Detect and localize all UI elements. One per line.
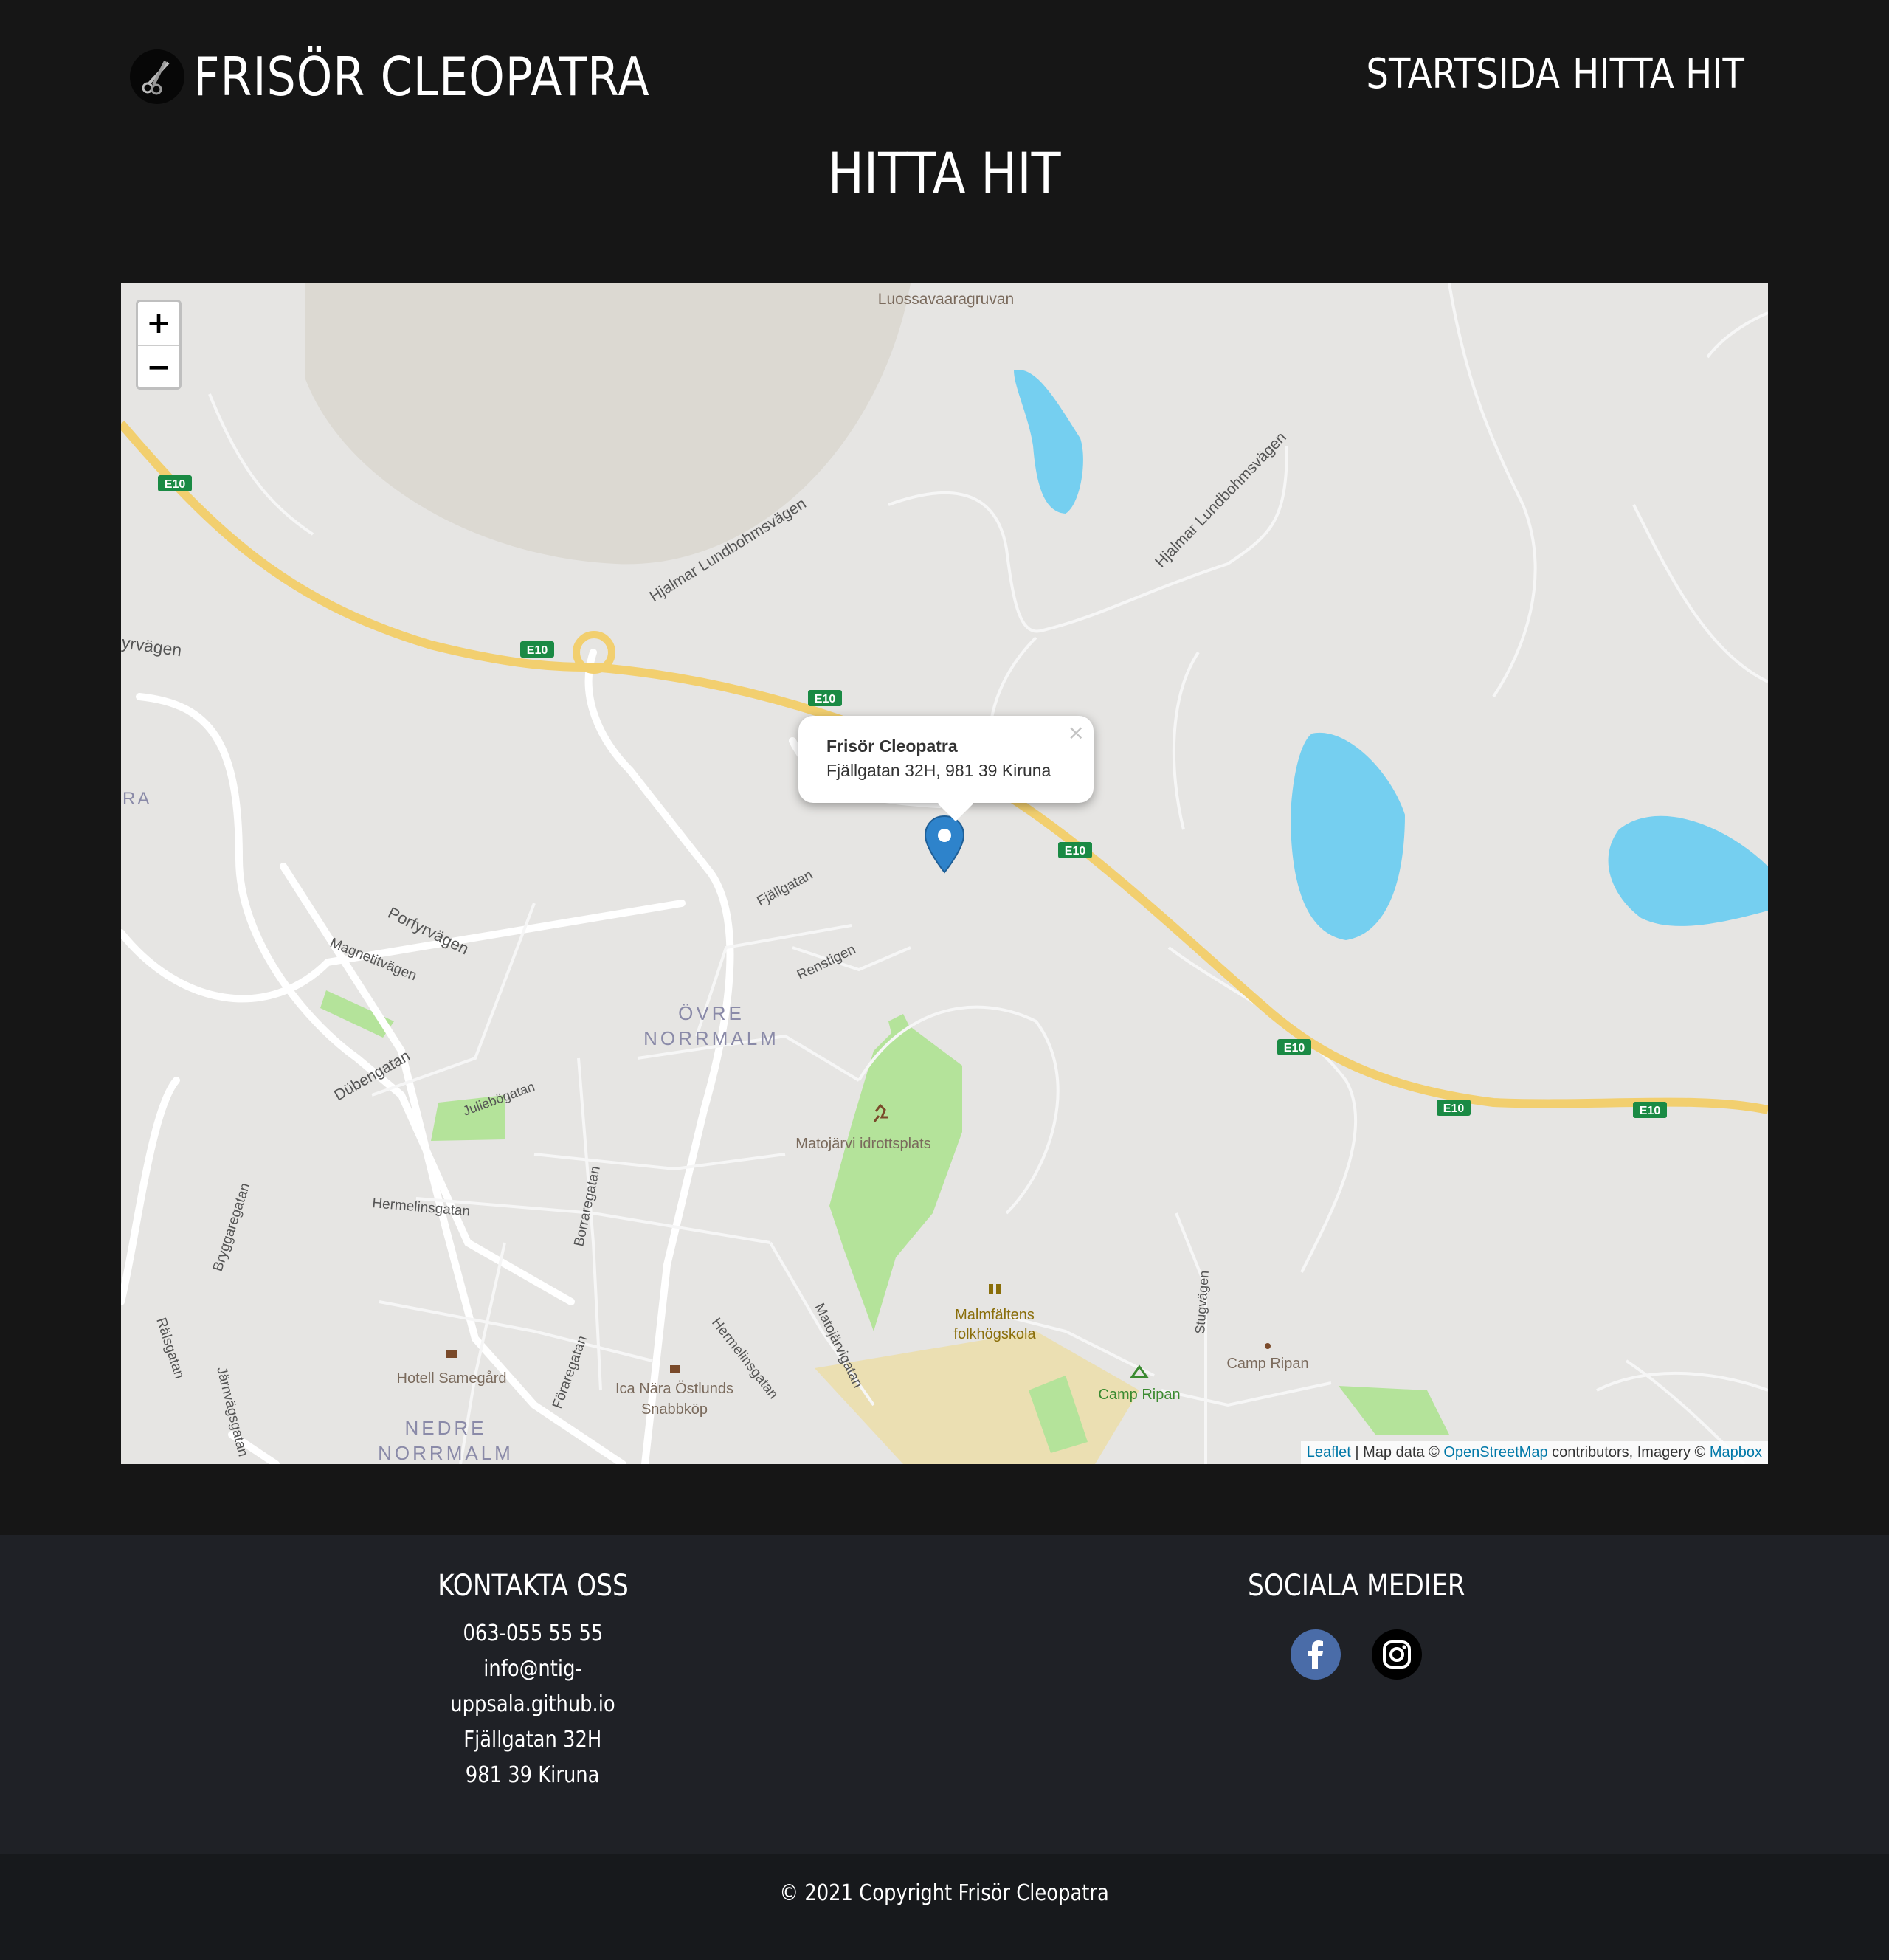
nav-hitta-hit[interactable]: HITTA HIT	[1572, 50, 1744, 98]
copyright-bar: © 2021 Copyright Frisör Cleopatra	[0, 1854, 1889, 1960]
school-icon	[989, 1284, 993, 1294]
nav-startsida[interactable]: STARTSIDA	[1367, 50, 1561, 98]
site-footer: KONTAKTA OSS 063-055 55 55 info@ntig-upp…	[0, 1535, 1889, 1854]
contact-street: Fjällgatan 32H	[463, 1727, 602, 1753]
attribution-leaflet-link[interactable]: Leaflet	[1307, 1444, 1351, 1460]
facebook-icon[interactable]	[1291, 1629, 1341, 1680]
popup-address: Fjällgatan 32H, 981 39 Kiruna	[826, 761, 1051, 780]
label-malmfaltens: Malmfältens	[955, 1307, 1035, 1323]
map-marker-icon[interactable]	[924, 815, 965, 877]
attribution-text: contributors, Imagery ©	[1547, 1444, 1710, 1460]
e10-shield-label: E10	[815, 693, 836, 705]
popup-title: Frisör Cleopatra	[826, 736, 958, 756]
e10-shield-label: E10	[1640, 1105, 1661, 1117]
map-popup: × Frisör Cleopatra Fjällgatan 32H, 981 3…	[798, 716, 1094, 822]
label-ica-nara: Ica Nära Östlunds	[615, 1381, 733, 1397]
e10-shield-label: E10	[1443, 1102, 1465, 1115]
map-attribution: Leaflet | Map data © OpenStreetMap contr…	[1300, 1441, 1768, 1464]
brand-name: FRISÖR CLEOPATRA	[193, 46, 650, 108]
contact-phone[interactable]: 063-055 55 55	[463, 1616, 603, 1652]
poi-dot	[1265, 1343, 1271, 1349]
contact-email[interactable]: info@ntig-uppsala.github.io	[406, 1652, 660, 1722]
label-ovre: ÖVRE	[678, 1002, 745, 1024]
e10-shield-label: E10	[1065, 845, 1086, 858]
page-title: HITTA HIT	[0, 140, 1889, 206]
e10-shield-label: E10	[1284, 1042, 1305, 1055]
label-ra: RA	[122, 789, 151, 809]
scissors-logo-icon	[130, 49, 184, 104]
main-nav: STARTSIDA HITTA HIT	[1367, 50, 1744, 98]
label-camp-ripan-green: Camp Ripan	[1098, 1387, 1180, 1403]
label-hotell-samegard: Hotell Samegård	[397, 1370, 507, 1387]
shop-icon	[670, 1365, 680, 1373]
label-nedre: NEDRE	[404, 1417, 486, 1439]
zoom-control: + −	[136, 300, 182, 390]
e10-shield-label: E10	[165, 478, 186, 491]
hotel-icon	[446, 1350, 457, 1358]
contact-city: 981 39 Kiruna	[466, 1762, 600, 1788]
attribution-osm-link[interactable]: OpenStreetMap	[1443, 1444, 1547, 1460]
social-heading: SOCIALA MEDIER	[1247, 1569, 1465, 1603]
label-snabbkop: Snabbköp	[641, 1401, 708, 1418]
e10-shield-label: E10	[527, 644, 548, 657]
map[interactable]: E10 E10 E10 E10 E10 E10 E10 Luossavaarag…	[121, 283, 1768, 1464]
copyright-text: © 2021 Copyright Frisör Cleopatra	[779, 1880, 1110, 1906]
attribution-mapbox-link[interactable]: Mapbox	[1710, 1444, 1762, 1460]
label-folkhogskola: folkhögskola	[953, 1326, 1036, 1342]
zoom-in-button[interactable]: +	[138, 302, 179, 346]
label-ovre-norrmalm: NORRMALM	[643, 1027, 779, 1049]
contact-column: KONTAKTA OSS 063-055 55 55 info@ntig-upp…	[385, 1569, 680, 1793]
site-header: FRISÖR CLEOPATRA STARTSIDA HITTA HIT	[0, 0, 1889, 148]
label-matojarvi-idrottsplats: Matojärvi idrottsplats	[795, 1136, 930, 1152]
label-nedre-norrmalm: NORRMALM	[378, 1442, 514, 1464]
label-luossavaaragruvan: Luossavaaragruvan	[878, 291, 1014, 308]
instagram-icon[interactable]	[1372, 1629, 1422, 1680]
popup-close-icon[interactable]: ×	[1068, 720, 1085, 745]
zoom-out-button[interactable]: −	[138, 346, 179, 389]
brand-link[interactable]: FRISÖR CLEOPATRA	[130, 46, 724, 108]
social-column: SOCIALA MEDIER	[1209, 1569, 1504, 1680]
attribution-text: | Map data ©	[1350, 1444, 1444, 1460]
page-title-text: HITTA HIT	[828, 140, 1061, 206]
contact-heading: KONTAKTA OSS	[437, 1569, 629, 1603]
label-camp-ripan: Camp Ripan	[1226, 1356, 1308, 1372]
